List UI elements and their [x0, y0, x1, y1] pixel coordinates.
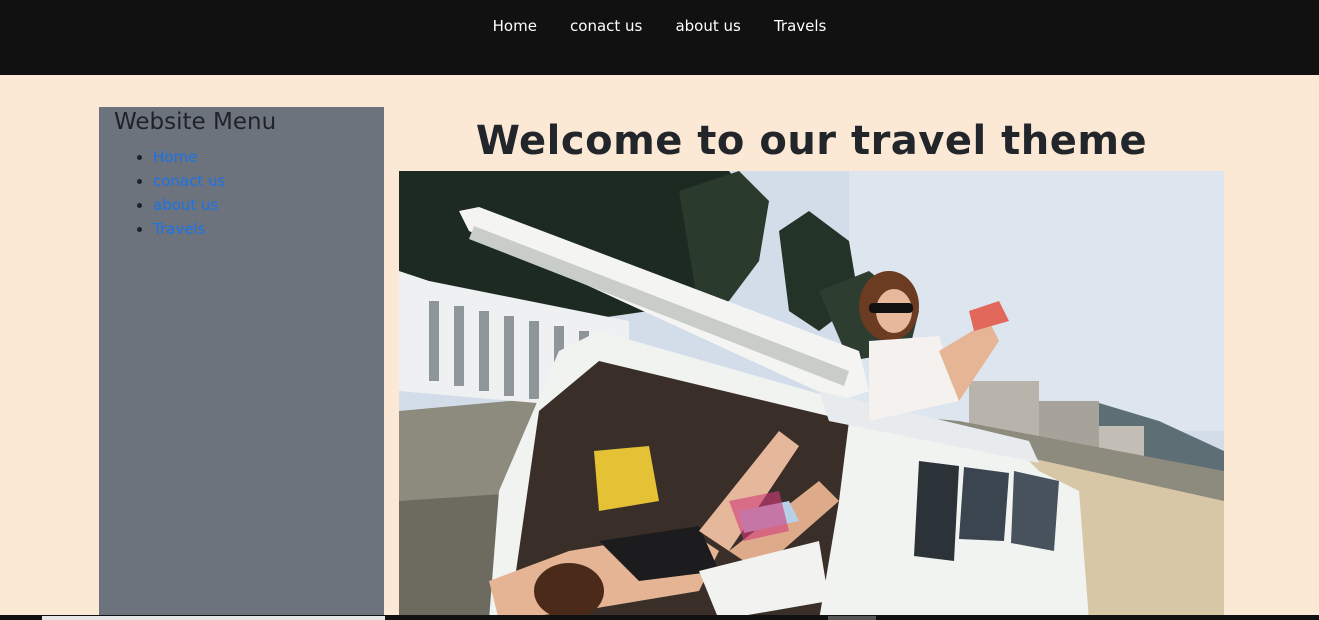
top-nav-link-home[interactable]: Home	[493, 17, 537, 35]
hero-travel-photo	[399, 171, 1224, 620]
sidebar-link-home[interactable]: Home	[153, 148, 197, 166]
sidebar-title: Website Menu	[114, 109, 277, 135]
sidebar-list: Home conact us about us Travels	[153, 145, 225, 241]
scrollbar-thumb[interactable]	[42, 616, 385, 620]
top-nav-link-about[interactable]: about us	[675, 17, 740, 35]
sidebar-item-home: Home	[153, 145, 225, 169]
sidebar-item-about: about us	[153, 193, 225, 217]
sidebar-item-contact: conact us	[153, 169, 225, 193]
sidebar-item-travels: Travels	[153, 217, 225, 241]
sidebar-link-about[interactable]: about us	[153, 196, 218, 214]
sidebar-menu: Website Menu Home conact us about us Tra…	[99, 107, 384, 620]
page-title: Welcome to our travel theme	[475, 118, 1148, 164]
top-nav-list: Home conact us about us Travels	[0, 15, 1319, 37]
top-nav-item-contact: conact us	[570, 15, 642, 37]
top-nav-item-home: Home	[493, 15, 537, 37]
top-nav-link-contact[interactable]: conact us	[570, 17, 642, 35]
top-nav-item-travels: Travels	[774, 15, 826, 37]
top-navigation-bar: Home conact us about us Travels	[0, 0, 1319, 75]
sidebar-link-contact[interactable]: conact us	[153, 172, 225, 190]
travel-van-illustration	[399, 171, 1224, 620]
scrollbar-thumb-secondary[interactable]	[828, 616, 876, 620]
top-nav-item-about: about us	[675, 15, 740, 37]
sidebar-link-travels[interactable]: Travels	[153, 220, 205, 238]
top-nav-link-travels[interactable]: Travels	[774, 17, 826, 35]
